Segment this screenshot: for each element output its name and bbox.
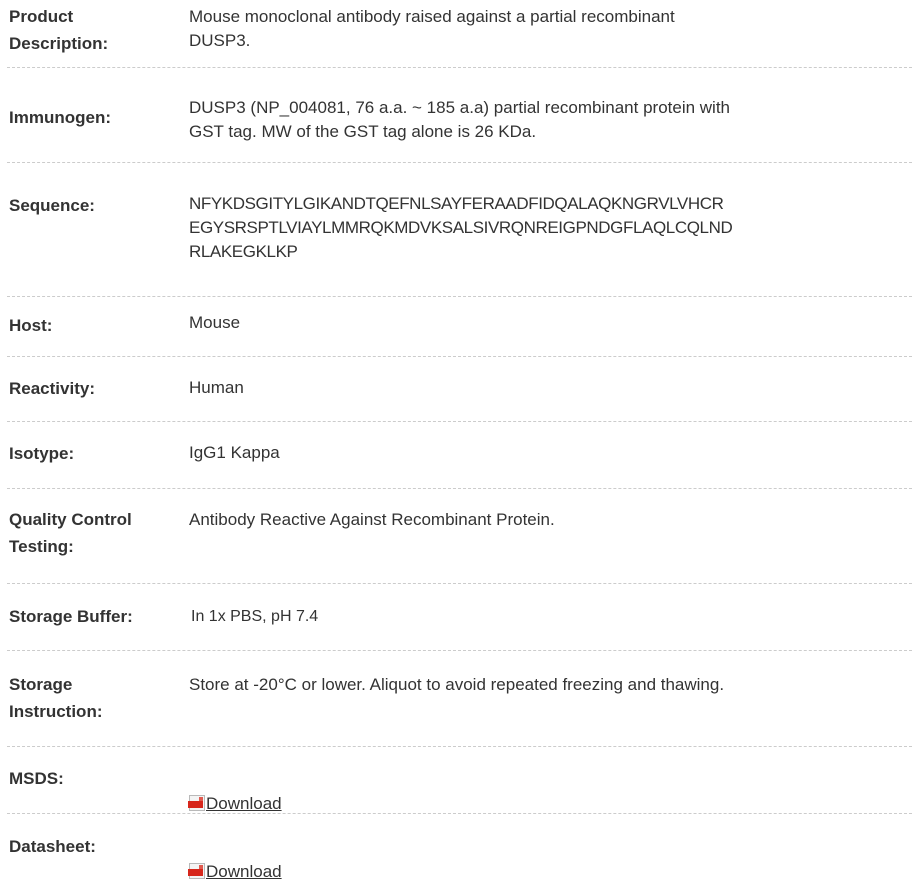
product-spec-table: Product Description: Mouse monoclonal an… <box>0 0 918 881</box>
row-separator <box>7 583 912 584</box>
row-separator <box>7 650 912 651</box>
reactivity-label: Reactivity: <box>9 379 95 398</box>
product-description-label: Product Description: <box>9 7 109 53</box>
storage-buffer-value: In 1x PBS, pH 7.4 <box>191 608 319 625</box>
product-description-value: Mouse monoclonal antibody raised against… <box>189 7 675 50</box>
immunogen-label: Immunogen: <box>9 108 111 127</box>
row-separator <box>7 67 912 68</box>
isotype-label: Isotype: <box>9 444 75 463</box>
pdf-icon <box>188 795 205 811</box>
immunogen-value: DUSP3 (NP_004081, 76 a.a. ~ 185 a.a) par… <box>189 98 731 141</box>
row-separator <box>7 296 912 297</box>
storage-buffer-label: Storage Buffer: <box>9 607 133 626</box>
storage-instruction-label: Storage Instruction: <box>9 675 103 721</box>
row-separator <box>7 746 912 747</box>
datasheet-value: Download <box>188 836 282 884</box>
host-label: Host: <box>9 316 53 335</box>
reactivity-value: Human <box>189 378 244 397</box>
msds-download-link[interactable]: Download <box>206 794 282 813</box>
msds-label: MSDS: <box>9 769 64 788</box>
sequence-label: Sequence: <box>9 196 95 215</box>
datasheet-label: Datasheet: <box>9 837 96 856</box>
row-separator <box>7 162 912 163</box>
host-value: Mouse <box>189 313 241 332</box>
row-separator <box>7 421 912 422</box>
storage-instruction-value: Store at -20°C or lower. Aliquot to avoi… <box>189 675 725 694</box>
pdf-icon <box>188 863 205 879</box>
row-separator <box>7 356 912 357</box>
row-separator <box>7 813 912 814</box>
quality-control-label: Quality Control Testing: <box>9 510 132 556</box>
quality-control-value: Antibody Reactive Against Recombinant Pr… <box>189 510 555 529</box>
sequence-value: NFYKDSGITYLGIKANDTQEFNLSAYFERAADFIDQALAQ… <box>189 194 733 261</box>
msds-value: Download <box>188 768 282 816</box>
row-separator <box>7 488 912 489</box>
isotype-value: IgG1 Kappa <box>189 443 280 462</box>
